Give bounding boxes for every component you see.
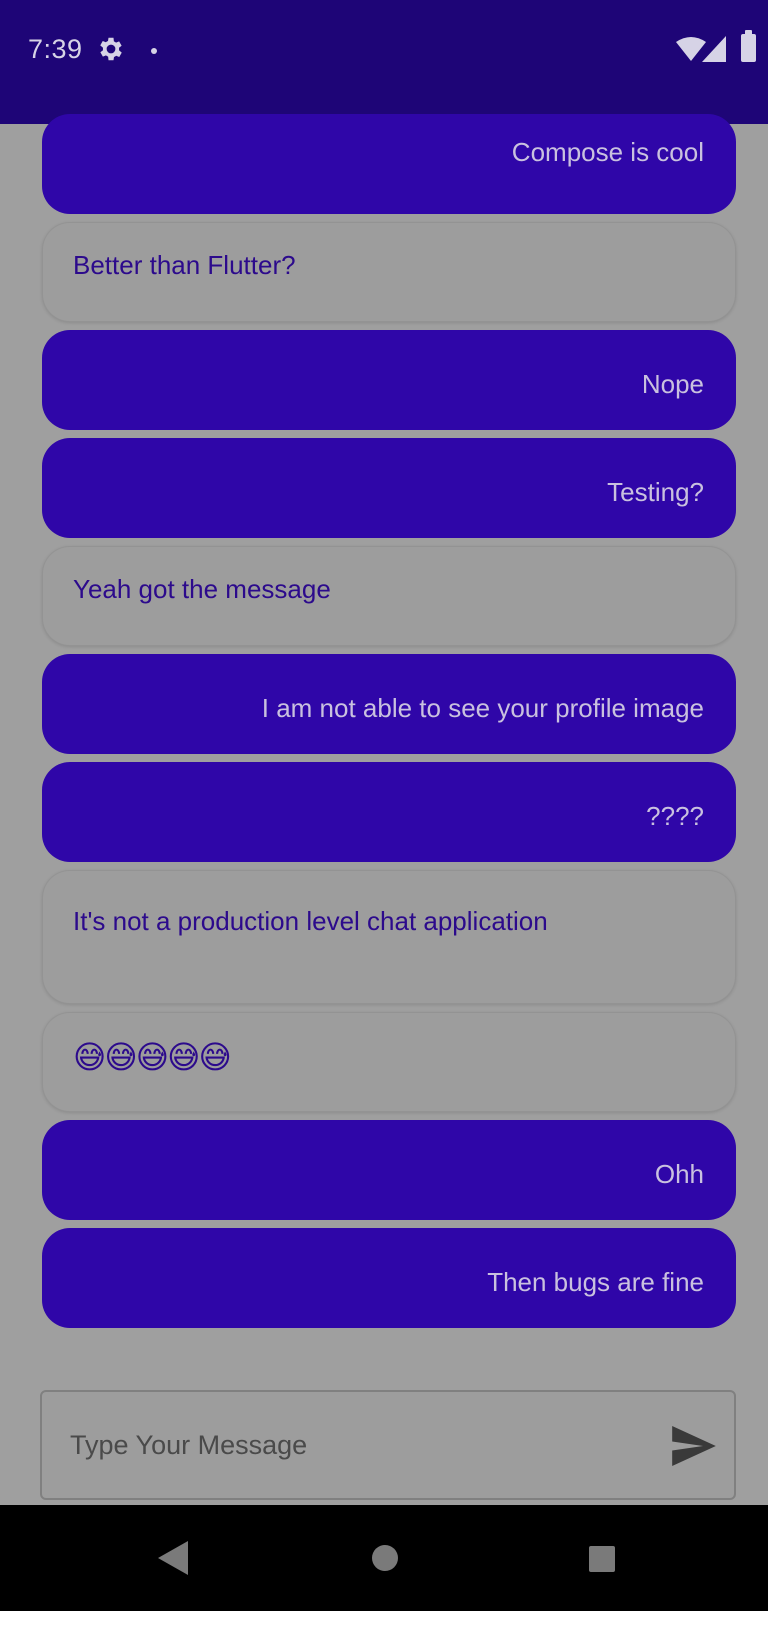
message-text: It's not a production level chat applica… xyxy=(73,906,548,936)
message-text: Then bugs are fine xyxy=(487,1267,704,1297)
message-text: 😅😅😅😅😅 xyxy=(73,1039,232,1075)
status-time: 7:39 xyxy=(28,34,83,64)
message-sent[interactable]: Compose is cool xyxy=(42,114,736,214)
message-sent[interactable]: ???? xyxy=(42,762,736,862)
signal-icon xyxy=(702,36,726,62)
message-text: Compose is cool xyxy=(511,137,704,167)
notification-dot xyxy=(151,48,157,54)
gear-icon xyxy=(100,37,122,61)
home-icon[interactable] xyxy=(372,1545,398,1571)
message-received[interactable]: Better than Flutter? xyxy=(42,222,736,322)
message-text: ???? xyxy=(646,801,704,831)
message-text: I am not able to see your profile image xyxy=(261,693,704,723)
message-text: Better than Flutter? xyxy=(73,250,296,280)
message-received[interactable]: Yeah got the message xyxy=(42,546,736,646)
navigation-bar xyxy=(0,1505,768,1611)
status-bar: 7:39 xyxy=(0,0,768,124)
message-received[interactable]: 😅😅😅😅😅 xyxy=(42,1012,736,1112)
back-icon[interactable] xyxy=(158,1541,188,1575)
bottom-strip xyxy=(0,1611,768,1627)
recents-icon[interactable] xyxy=(589,1546,615,1572)
battery-icon xyxy=(741,30,756,62)
send-icon[interactable] xyxy=(672,1426,716,1466)
message-text: Testing? xyxy=(607,477,704,507)
message-text: Ohh xyxy=(654,1159,704,1189)
message-sent[interactable]: Nope xyxy=(42,330,736,430)
chat-screen: 7:39 Compose is cool Better than Flutter… xyxy=(0,0,768,1627)
message-sent[interactable]: Then bugs are fine xyxy=(42,1228,736,1328)
message-text: Yeah got the message xyxy=(73,574,331,604)
message-text: Nope xyxy=(641,369,704,399)
message-input-container xyxy=(40,1390,736,1500)
message-sent[interactable]: Testing? xyxy=(42,438,736,538)
message-sent[interactable]: Ohh xyxy=(42,1120,736,1220)
message-sent[interactable]: I am not able to see your profile image xyxy=(42,654,736,754)
message-input[interactable] xyxy=(42,1392,642,1498)
message-received[interactable]: It's not a production level chat applica… xyxy=(42,870,736,1004)
